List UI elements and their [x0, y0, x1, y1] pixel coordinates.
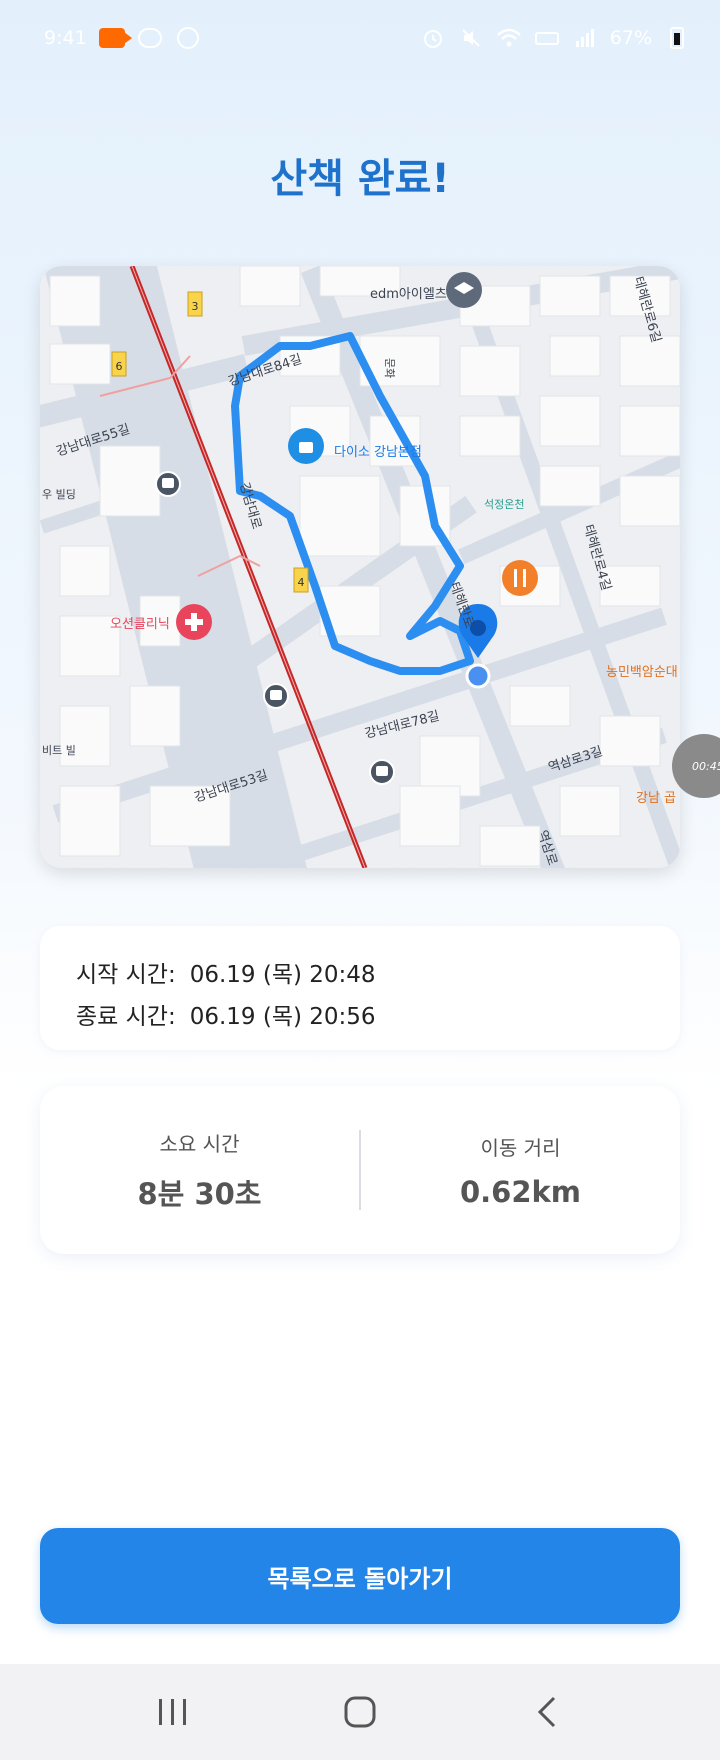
video-record-icon [98, 27, 132, 49]
battery-icon [664, 27, 690, 49]
notification-circle-icon [175, 27, 201, 49]
back-icon [537, 1696, 555, 1728]
alarm-icon [420, 27, 446, 49]
status-time: 9:41 [44, 27, 87, 49]
back-to-list-button[interactable]: 목록으로 돌아가기 [40, 1528, 680, 1624]
status-bar-right: 67% [420, 27, 690, 49]
lte-icon [534, 27, 560, 49]
map-label-ocean-clinic: 오션클리닉 [110, 617, 170, 632]
map-label-nongmin: 농민백암순대 [606, 665, 678, 680]
duration-stat: 소요 시간 8분 30초 [40, 1128, 359, 1213]
map-label-bit-building: 비트 빌 [42, 744, 76, 757]
distance-stat: 이동 거리 0.62km [361, 1132, 680, 1209]
road-badge-4: 4 [293, 567, 309, 593]
recent-apps-icon [159, 1699, 187, 1725]
start-time-value: 06.19 (목) 20:48 [189, 962, 376, 988]
system-nav-bar [0, 1664, 720, 1760]
map-label-seokjeong: 석정온천 [484, 497, 524, 511]
end-time-label: 종료 시간: [76, 1004, 176, 1030]
signal-icon [572, 27, 598, 49]
duration-value: 8분 30초 [137, 1176, 262, 1211]
walk-time-card: 시작 시간: 06.19 (목) 20:48 종료 시간: 06.19 (목) … [40, 926, 680, 1050]
map-label-daiso: 다이소 강남본점 [334, 445, 422, 460]
start-time-row: 시작 시간: 06.19 (목) 20:48 [76, 954, 644, 996]
map-label-woo-building: 우 빌딩 [42, 488, 76, 501]
end-time-value: 06.19 (목) 20:56 [189, 1004, 376, 1030]
road-badge-3: 3 [187, 291, 203, 317]
mute-icon [458, 27, 484, 49]
school-poi-icon[interactable] [446, 272, 482, 308]
hospital-poi-icon[interactable] [176, 604, 212, 640]
restaurant-poi-icon[interactable] [502, 560, 538, 596]
road-badge-6: 6 [111, 351, 127, 377]
bus-stop-icon[interactable] [369, 759, 395, 785]
home-button[interactable] [330, 1682, 390, 1742]
walk-stats-card: 소요 시간 8분 30초 이동 거리 0.62km [40, 1086, 680, 1254]
page-title: 산책 완료! [270, 156, 450, 202]
map-label-edm: edm아이엘츠 [370, 287, 447, 302]
wifi-icon [496, 27, 522, 49]
svg-text:3: 3 [192, 300, 199, 313]
distance-value: 0.62km [459, 1174, 582, 1209]
map-label-gangnam-gop: 강남 곱 [636, 791, 676, 806]
distance-label: 이동 거리 [480, 1135, 561, 1160]
talk-bubble-icon [137, 27, 163, 49]
duration-label: 소요 시간 [159, 1131, 240, 1156]
end-time-row: 종료 시간: 06.19 (목) 20:56 [76, 996, 644, 1038]
shopping-poi-icon[interactable] [288, 428, 324, 464]
battery-percent: 67% [609, 27, 652, 49]
map-label-mun: 문화 [383, 358, 396, 378]
recent-apps-button[interactable] [143, 1682, 203, 1742]
route-map[interactable]: 3 6 4 강남대로84길 강남대로55길 강남대로78길 강남대로53길 강남… [40, 266, 680, 868]
start-time-label: 시작 시간: [76, 962, 176, 988]
route-map-svg: 3 6 4 강남대로84길 강남대로55길 강남대로78길 강남대로53길 강남… [40, 266, 680, 868]
current-position-dot-icon [465, 663, 491, 689]
back-button[interactable] [517, 1682, 577, 1742]
svg-text:4: 4 [298, 576, 305, 589]
home-icon [344, 1696, 376, 1728]
status-bar-left: 9:41 [44, 27, 201, 49]
bus-stop-icon[interactable] [263, 683, 289, 709]
floating-timer-text: 00:45 [692, 759, 720, 773]
bus-stop-icon[interactable] [155, 471, 181, 497]
svg-text:6: 6 [116, 360, 123, 373]
status-bar: 9:41 67% [0, 0, 720, 76]
